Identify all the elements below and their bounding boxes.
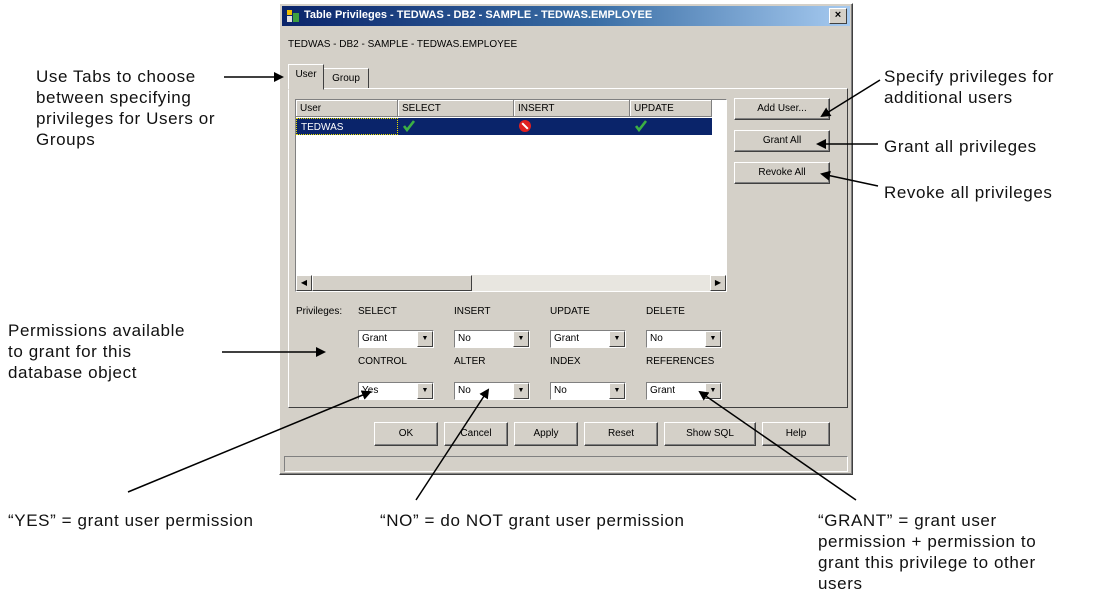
show-sql-button[interactable]: Show SQL <box>664 422 756 446</box>
insert-cell[interactable] <box>514 118 630 135</box>
column-header-insert[interactable]: INSERT <box>514 100 630 117</box>
cancel-button[interactable]: Cancel <box>444 422 508 446</box>
index-value: No <box>554 385 567 396</box>
no-annotation: “NO” = do NOT grant user permission <box>380 511 685 530</box>
permissions-annotation: Permissions available to grant for this … <box>8 321 186 382</box>
table-privileges-dialog: Table Privileges - TEDWAS - DB2 - SAMPLE… <box>279 3 853 475</box>
alter-value: No <box>458 385 471 396</box>
title-bar[interactable]: Table Privileges - TEDWAS - DB2 - SAMPLE… <box>282 6 850 26</box>
insert-value: No <box>458 333 471 344</box>
select-label: SELECT <box>358 306 397 317</box>
tab-user[interactable]: User <box>288 64 324 90</box>
user-cell[interactable]: TEDWAS <box>296 118 398 135</box>
references-dropdown[interactable]: Grant ▼ <box>646 382 722 400</box>
tab-user-label: User <box>295 69 317 80</box>
control-dropdown[interactable]: Yes ▼ <box>358 382 434 400</box>
horizontal-scrollbar[interactable]: ◀ ▶ <box>296 275 726 291</box>
green-check-icon <box>634 120 648 133</box>
references-value: Grant <box>650 385 676 396</box>
select-cell[interactable] <box>398 118 514 135</box>
object-path: TEDWAS - DB2 - SAMPLE - TEDWAS.EMPLOYEE <box>288 39 518 50</box>
tabs-annotation: Use Tabs to choose between specifying pr… <box>36 67 216 149</box>
chevron-down-icon[interactable]: ▼ <box>705 383 721 399</box>
red-no-entry-icon <box>519 120 531 132</box>
alter-dropdown[interactable]: No ▼ <box>454 382 530 400</box>
close-icon: × <box>834 9 842 21</box>
select-dropdown[interactable]: Grant ▼ <box>358 330 434 348</box>
revoke-all-annotation: Revoke all privileges <box>884 183 1053 202</box>
grant-all-annotation: Grant all privileges <box>884 137 1037 156</box>
green-check-icon <box>402 120 416 133</box>
yes-annotation: “YES” = grant user permission <box>8 511 254 530</box>
close-button[interactable]: × <box>829 8 847 24</box>
chevron-down-icon[interactable]: ▼ <box>417 331 433 347</box>
update-label: UPDATE <box>550 306 590 317</box>
add-user-button[interactable]: Add User... <box>734 98 830 120</box>
chevron-down-icon[interactable]: ▼ <box>513 383 529 399</box>
scroll-right-button[interactable]: ▶ <box>710 275 726 291</box>
delete-label: DELETE <box>646 306 685 317</box>
insert-dropdown[interactable]: No ▼ <box>454 330 530 348</box>
control-value: Yes <box>362 385 379 396</box>
index-label: INDEX <box>550 356 581 367</box>
delete-value: No <box>650 333 663 344</box>
update-dropdown[interactable]: Grant ▼ <box>550 330 626 348</box>
select-value: Grant <box>362 333 388 344</box>
chevron-down-icon[interactable]: ▼ <box>513 331 529 347</box>
privileges-grid[interactable]: User SELECT INSERT UPDATE TEDWAS ◀ ▶ <box>295 99 727 292</box>
revoke-all-button[interactable]: Revoke All <box>734 162 830 184</box>
grant-annotation: “GRANT” = grant user permission + permis… <box>818 511 1037 593</box>
column-header-select[interactable]: SELECT <box>398 100 514 117</box>
scroll-left-button[interactable]: ◀ <box>296 275 312 291</box>
help-button[interactable]: Help <box>762 422 830 446</box>
grant-all-button[interactable]: Grant All <box>734 130 830 152</box>
apply-button[interactable]: Apply <box>514 422 578 446</box>
add-user-annotation: Specify privileges for additional users <box>884 67 1055 107</box>
alter-label: ALTER <box>454 356 486 367</box>
delete-dropdown[interactable]: No ▼ <box>646 330 722 348</box>
table-row[interactable]: TEDWAS <box>296 118 712 135</box>
ok-button[interactable]: OK <box>374 422 438 446</box>
update-value: Grant <box>554 333 580 344</box>
update-cell[interactable] <box>630 118 712 135</box>
insert-label: INSERT <box>454 306 491 317</box>
chevron-down-icon[interactable]: ▼ <box>417 383 433 399</box>
scroll-thumb[interactable] <box>312 275 472 291</box>
status-bar <box>284 456 848 472</box>
index-dropdown[interactable]: No ▼ <box>550 382 626 400</box>
tab-group[interactable]: Group <box>323 68 369 89</box>
references-label: REFERENCES <box>646 356 715 367</box>
chevron-down-icon[interactable]: ▼ <box>609 383 625 399</box>
reset-button[interactable]: Reset <box>584 422 658 446</box>
column-header-user[interactable]: User <box>296 100 398 117</box>
column-header-update[interactable]: UPDATE <box>630 100 712 117</box>
control-label: CONTROL <box>358 356 407 367</box>
tab-group-label: Group <box>332 73 360 84</box>
window-title: Table Privileges - TEDWAS - DB2 - SAMPLE… <box>304 9 653 21</box>
chevron-down-icon[interactable]: ▼ <box>609 331 625 347</box>
chevron-down-icon[interactable]: ▼ <box>705 331 721 347</box>
database-table-icon <box>287 10 299 22</box>
privileges-label: Privileges: <box>296 306 343 317</box>
